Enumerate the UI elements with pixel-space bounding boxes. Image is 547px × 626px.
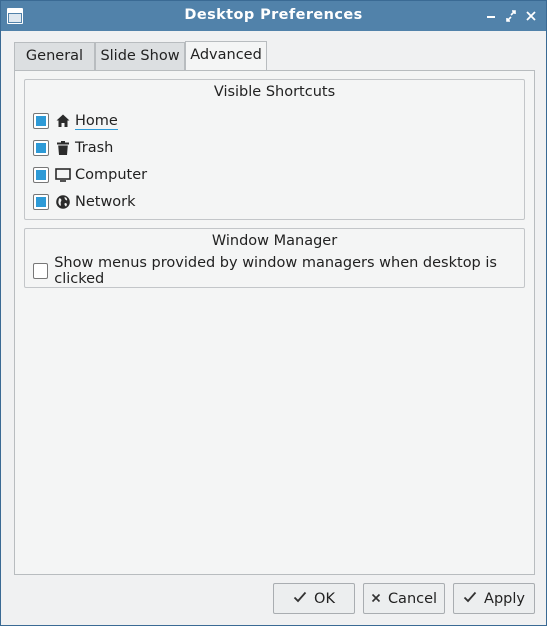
tab-advanced[interactable]: Advanced (185, 41, 267, 71)
home-label: Home (75, 112, 118, 130)
title-bar[interactable]: Desktop Preferences (1, 1, 546, 31)
home-checkbox[interactable] (33, 113, 49, 129)
trash-label: Trash (75, 140, 114, 156)
globe-icon (55, 194, 71, 210)
tab-general[interactable]: General (14, 42, 95, 71)
computer-icon (55, 167, 71, 183)
preferences-window: Desktop Preferences General Slide Show A… (0, 0, 547, 626)
apply-button[interactable]: Apply (453, 583, 535, 614)
window-title: Desktop Preferences (184, 7, 363, 23)
check-icon (463, 591, 477, 607)
maximize-icon (506, 10, 516, 22)
shortcut-network-row[interactable]: Network (33, 192, 136, 212)
wm-menus-row[interactable]: Show menus provided by window managers w… (33, 255, 524, 287)
close-icon (526, 11, 536, 21)
network-checkbox[interactable] (33, 194, 49, 210)
wm-menus-label: Show menus provided by window managers w… (54, 255, 497, 287)
ok-button[interactable]: OK (273, 583, 355, 614)
window-manager-group: Window Manager Show menus provided by wi… (24, 228, 525, 288)
visible-shortcuts-title: Visible Shortcuts (213, 84, 336, 100)
advanced-panel: Visible Shortcuts Home Trash Computer Ne… (14, 70, 535, 575)
visible-shortcuts-group: Visible Shortcuts Home Trash Computer Ne… (24, 79, 525, 220)
computer-checkbox[interactable] (33, 167, 49, 183)
computer-label: Computer (75, 167, 148, 183)
cancel-button[interactable]: Cancel (363, 583, 445, 614)
cancel-label: Cancel (387, 590, 438, 607)
trash-checkbox[interactable] (33, 140, 49, 156)
minimize-button[interactable] (483, 7, 499, 25)
trash-icon (55, 140, 71, 156)
shortcut-trash-row[interactable]: Trash (33, 138, 113, 158)
window-manager-title: Window Manager (211, 233, 338, 249)
tab-slide-show[interactable]: Slide Show (95, 42, 185, 71)
shortcut-home-row[interactable]: Home (33, 111, 118, 131)
cross-icon (371, 591, 381, 607)
close-button[interactable] (523, 7, 539, 25)
wm-menus-checkbox[interactable] (33, 263, 49, 279)
ok-label: OK (314, 590, 335, 607)
network-label: Network (75, 194, 136, 210)
apply-label: Apply (484, 590, 525, 607)
check-icon (293, 591, 307, 607)
maximize-button[interactable] (503, 7, 519, 25)
home-icon (55, 113, 71, 129)
shortcut-computer-row[interactable]: Computer (33, 165, 147, 185)
